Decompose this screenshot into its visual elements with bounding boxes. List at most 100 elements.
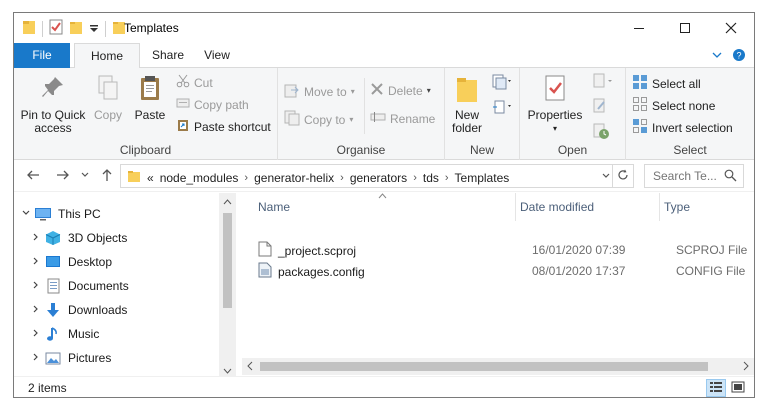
open-icon[interactable] [592, 72, 614, 93]
chevron-right-icon[interactable]: › [413, 172, 417, 184]
properties-icon [542, 74, 568, 105]
collapse-ribbon-icon[interactable] [712, 48, 722, 65]
maximize-button[interactable] [662, 13, 708, 43]
new-folder-button[interactable]: New folder [449, 74, 485, 135]
chevron-right-icon[interactable]: › [445, 172, 449, 184]
scroll-up-icon[interactable] [223, 195, 232, 209]
move-to-button[interactable]: Move to ▾ [284, 82, 355, 101]
new-item-icon[interactable] [491, 74, 513, 93]
tab-file[interactable]: File [14, 43, 70, 68]
folder-icon [127, 169, 141, 186]
chevron-right-icon[interactable]: › [340, 172, 344, 184]
dropdown-arrow-icon: ▾ [349, 115, 354, 124]
delete-label: Delete [388, 83, 423, 98]
chevron-down-icon[interactable] [18, 208, 34, 221]
nav-item-desktop[interactable]: Desktop [28, 250, 112, 274]
title-bar: Templates [14, 13, 754, 43]
select-all-button[interactable]: Select all [632, 74, 701, 93]
invert-selection-button[interactable]: Invert selection [632, 118, 733, 137]
nav-item-pictures[interactable]: Pictures [28, 346, 111, 370]
column-header-name[interactable]: Name [254, 193, 516, 221]
file-date: 16/01/2020 07:39 [532, 243, 626, 257]
details-view-button[interactable] [706, 379, 726, 397]
paste-shortcut-icon [176, 118, 190, 135]
table-row[interactable]: packages.config 08/01/2020 17:37 CONFIG … [242, 259, 754, 280]
properties-label: Properties [527, 108, 583, 122]
horizontal-scrollbar[interactable] [242, 358, 754, 375]
address-bar[interactable]: « node_modules › generator-helix › gener… [120, 164, 634, 188]
ribbon-tab-bar: File Home Share View ? [14, 43, 754, 69]
breadcrumb-tds[interactable]: tds [423, 171, 439, 185]
paste-shortcut-button[interactable]: Paste shortcut [176, 118, 271, 135]
computer-icon [34, 206, 52, 222]
breadcrumb-overflow[interactable]: « [147, 171, 154, 185]
organise-group-label: Organise [336, 143, 386, 157]
search-icon [724, 169, 737, 185]
dropdown-arrow-icon: ▾ [552, 124, 557, 133]
properties-icon[interactable] [49, 19, 63, 38]
search-box[interactable] [644, 164, 744, 188]
new-folder-icon[interactable] [69, 19, 83, 38]
chevron-right-icon[interactable] [28, 352, 44, 365]
nav-item-music[interactable]: Music [28, 322, 99, 346]
scrollbar-thumb[interactable] [260, 362, 708, 371]
edit-icon[interactable] [592, 97, 614, 118]
minimize-button[interactable] [616, 13, 662, 43]
chevron-right-icon[interactable] [28, 232, 44, 245]
up-button[interactable] [100, 168, 114, 185]
chevron-right-icon[interactable] [28, 328, 44, 341]
tab-home[interactable]: Home [74, 43, 140, 69]
back-button[interactable] [26, 168, 40, 185]
cut-button[interactable]: Cut [176, 74, 213, 91]
paste-button[interactable]: Paste [130, 74, 170, 122]
address-dropdown-icon[interactable] [601, 170, 611, 185]
rename-button[interactable]: Rename [370, 110, 435, 127]
chevron-right-icon[interactable] [28, 304, 44, 317]
recent-locations-button[interactable] [80, 168, 90, 185]
copy-button[interactable]: Copy [88, 74, 128, 122]
tab-share[interactable]: Share [142, 43, 194, 68]
properties-button[interactable]: Properties ▾ [524, 74, 586, 135]
paste-shortcut-label: Paste shortcut [194, 119, 271, 134]
select-all-icon [632, 74, 648, 93]
copy-to-button[interactable]: Copy to ▾ [284, 110, 353, 129]
music-icon [44, 326, 62, 342]
breadcrumb-generator-helix[interactable]: generator-helix [254, 171, 334, 185]
table-row[interactable]: _project.scproj 16/01/2020 07:39 SCPROJ … [242, 238, 754, 259]
large-icons-view-button[interactable] [728, 379, 748, 397]
customize-toolbar-icon[interactable] [89, 19, 99, 38]
tab-view[interactable]: View [194, 43, 240, 68]
nav-item-downloads[interactable]: Downloads [28, 298, 127, 322]
easy-access-icon[interactable] [491, 99, 513, 118]
column-header-date-modified[interactable]: Date modified [516, 193, 660, 221]
refresh-button[interactable] [612, 164, 632, 188]
breadcrumb-node-modules[interactable]: node_modules [160, 171, 239, 185]
help-icon[interactable]: ? [732, 48, 746, 65]
forward-button[interactable] [56, 168, 70, 185]
search-input[interactable] [645, 165, 721, 187]
chevron-right-icon[interactable] [28, 256, 44, 269]
nav-item-documents[interactable]: Documents [28, 274, 129, 298]
nav-item-3d-objects[interactable]: 3D Objects [28, 226, 127, 250]
window-title: Templates [124, 21, 179, 35]
breadcrumb-templates[interactable]: Templates [455, 171, 510, 185]
scrollbar-thumb[interactable] [223, 213, 232, 308]
copy-path-button[interactable]: Copy path [176, 96, 249, 113]
chevron-right-icon[interactable] [28, 280, 44, 293]
column-header-type[interactable]: Type [660, 193, 754, 221]
scroll-left-icon[interactable] [246, 359, 254, 376]
scroll-right-icon[interactable] [742, 359, 750, 376]
breadcrumb-generators[interactable]: generators [350, 171, 407, 185]
close-button[interactable] [708, 13, 754, 43]
nav-item-label: Pictures [68, 351, 112, 365]
dropdown-arrow-icon: ▾ [426, 86, 431, 95]
nav-pane-scrollbar[interactable] [219, 193, 236, 376]
ribbon: Pin to Quick access Copy Paste Cut Copy … [14, 68, 754, 160]
delete-button[interactable]: Delete ▾ [370, 82, 431, 99]
chevron-right-icon[interactable]: › [244, 172, 248, 184]
nav-item-this-pc[interactable]: This PC [18, 202, 101, 226]
history-icon[interactable] [592, 122, 614, 143]
address-row: « node_modules › generator-helix › gener… [14, 160, 754, 192]
pin-to-quick-access-button[interactable]: Pin to Quick access [20, 74, 86, 135]
select-none-button[interactable]: Select none [632, 96, 715, 115]
